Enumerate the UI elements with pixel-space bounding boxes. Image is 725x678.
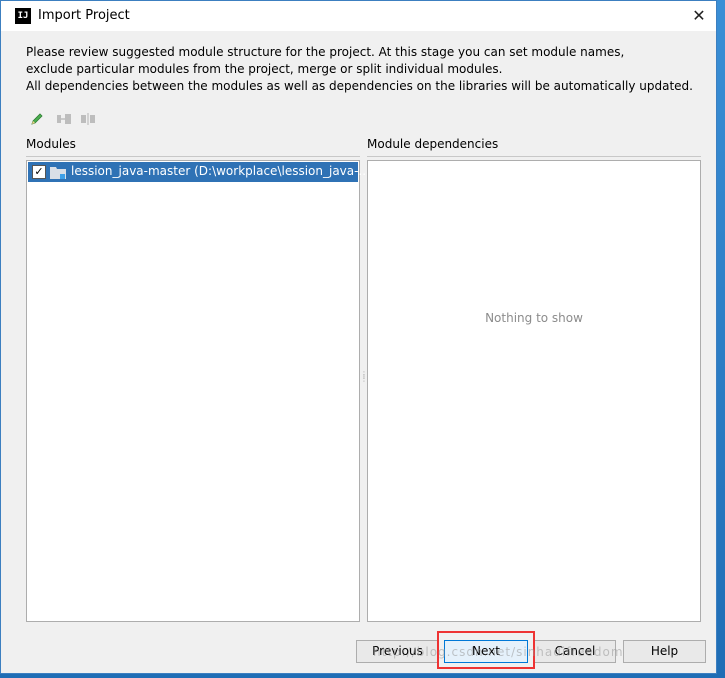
- module-dependencies-panel: Nothing to show: [367, 160, 701, 622]
- module-dependencies-label: Module dependencies: [367, 137, 499, 151]
- import-project-dialog: IJ Import Project ✕ Please review sugges…: [0, 0, 717, 674]
- window-title: Import Project: [38, 8, 130, 23]
- modules-label: Modules: [26, 137, 76, 151]
- split-module-icon[interactable]: [80, 111, 96, 127]
- empty-state-text: Nothing to show: [485, 311, 583, 325]
- panel-splitter-handle[interactable]: ⋮ ⋮: [360, 371, 368, 385]
- close-button[interactable]: ✕: [688, 5, 710, 27]
- description-text: Please review suggested module structure…: [26, 44, 706, 95]
- modules-separator: [26, 156, 360, 157]
- merge-modules-icon[interactable]: [56, 111, 72, 127]
- edit-pencil-icon[interactable]: [29, 111, 45, 127]
- description-line: Please review suggested module structure…: [26, 45, 625, 59]
- intellij-app-icon: IJ: [15, 8, 31, 24]
- module-checkbox[interactable]: ✓: [32, 165, 46, 179]
- description-line: exclude particular modules from the proj…: [26, 62, 503, 76]
- module-name: lession_java-master (D:\workplace\lessio…: [71, 164, 370, 178]
- help-button[interactable]: Help: [623, 640, 706, 663]
- description-line: All dependencies between the modules as …: [26, 79, 693, 93]
- dependencies-separator: [367, 156, 701, 157]
- title-bar: IJ Import Project ✕: [1, 1, 716, 31]
- modules-list[interactable]: ✓ lession_java-master (D:\workplace\less…: [26, 160, 370, 622]
- watermark-text: http://blog.csdn.net/sinhadifreedom: [373, 645, 624, 659]
- module-row[interactable]: ✓ lession_java-master (D:\workplace\less…: [28, 162, 370, 182]
- module-folder-icon: [50, 167, 66, 179]
